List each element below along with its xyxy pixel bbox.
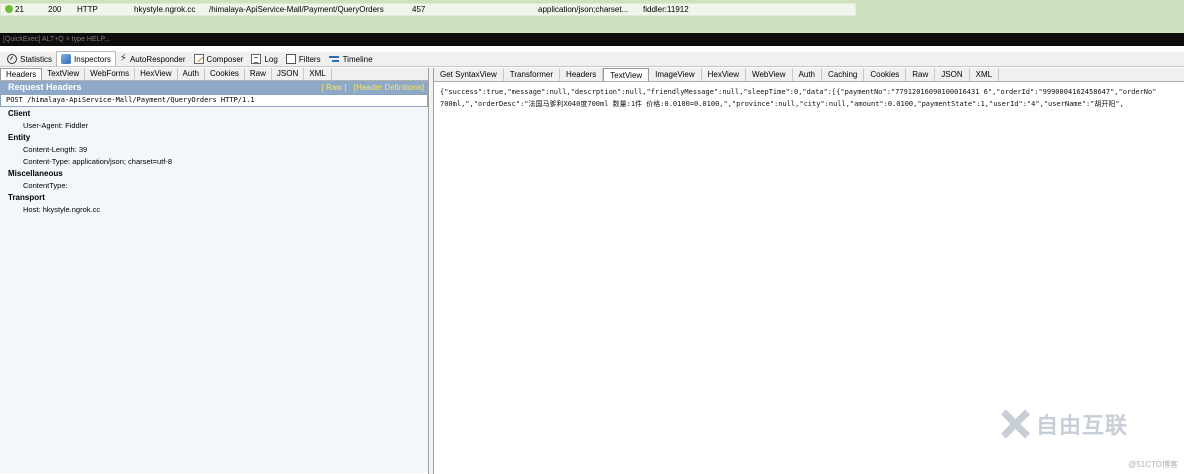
stats-icon (7, 54, 17, 64)
request-tab-headers[interactable]: Headers (0, 68, 43, 80)
log-icon (251, 54, 262, 64)
header-item[interactable]: Host: hkystyle.ngrok.cc (0, 204, 428, 216)
quickexec-input[interactable]: [QuickExec] ALT+Q > type HELP... (0, 33, 1184, 46)
response-tab-caching[interactable]: Caching (822, 68, 865, 81)
tab-log-label: Log (264, 54, 278, 64)
group-miscellaneous[interactable]: Miscellaneous (0, 168, 428, 180)
tab-filters-label: Filters (298, 54, 321, 64)
header-item[interactable]: User-Agent: Fiddler (0, 120, 428, 132)
session-content-type: application/json;charset... (538, 5, 629, 14)
request-line: POST /himalaya-ApiService-Mall/Payment/Q… (0, 94, 428, 107)
session-body-size: 457 (412, 5, 426, 14)
tab-inspectors-label: Inspectors (74, 54, 111, 64)
response-tab-get-syntaxview[interactable]: Get SyntaxView (434, 68, 504, 81)
response-subtabs: Get SyntaxView Transformer Headers TextV… (434, 68, 1184, 82)
response-inspector: Get SyntaxView Transformer Headers TextV… (434, 68, 1184, 474)
header-item[interactable]: Content-Length: 39 (0, 144, 428, 156)
session-protocol: HTTP (77, 5, 98, 14)
request-tab-cookies[interactable]: Cookies (204, 68, 245, 80)
tab-inspectors[interactable]: Inspectors (56, 51, 116, 66)
request-tab-hexview[interactable]: HexView (135, 68, 178, 80)
compose-icon (193, 54, 204, 64)
tab-autoresponder-label: AutoResponder (129, 54, 186, 64)
response-tab-json[interactable]: JSON (935, 68, 970, 81)
request-headers-title-bar: Request Headers [ Raw ] [Header Definiti… (0, 81, 428, 94)
response-tab-auth[interactable]: Auth (792, 68, 822, 81)
session-url: /himalaya-ApiService-Mall/Payment/QueryO… (209, 5, 384, 14)
session-list: 21 200 HTTP hkystyle.ngrok.cc /himalaya-… (0, 0, 1184, 33)
session-result: 200 (48, 5, 62, 14)
group-client[interactable]: Client (0, 108, 428, 120)
session-process: fiddler:11912 (643, 5, 689, 14)
tab-autoresponder[interactable]: ⚡ AutoResponder (116, 52, 190, 66)
header-definitions-link[interactable]: [Header Definitions] (354, 83, 424, 92)
tab-timeline-label: Timeline (342, 54, 373, 64)
response-body-line: {"success":true,"message":null,"descrpti… (440, 88, 1157, 96)
inspectors-icon (61, 54, 72, 64)
response-body-textview[interactable]: {"success":true,"message":null,"descrpti… (434, 82, 1184, 110)
request-tab-auth[interactable]: Auth (177, 68, 205, 80)
lightning-icon: ⚡ (119, 53, 127, 64)
tab-composer[interactable]: Composer (190, 52, 248, 66)
response-tab-imageview[interactable]: ImageView (649, 68, 702, 81)
main-tab-strip: Statistics Inspectors ⚡ AutoResponder Co… (0, 51, 1184, 67)
response-tab-xml[interactable]: XML (969, 68, 1000, 81)
raw-link[interactable]: [ Raw ] (322, 83, 347, 92)
header-item[interactable]: ContentType: (0, 180, 428, 192)
request-headers-title: Request Headers (8, 82, 82, 92)
response-tab-cookies[interactable]: Cookies (864, 68, 907, 81)
group-transport[interactable]: Transport (0, 192, 428, 204)
tab-statistics-label: Statistics (20, 54, 53, 64)
request-tab-webforms[interactable]: WebForms (85, 68, 136, 80)
tab-log[interactable]: Log (247, 52, 281, 66)
session-host: hkystyle.ngrok.cc (134, 5, 196, 14)
request-tab-json[interactable]: JSON (271, 68, 305, 80)
response-tab-headers[interactable]: Headers (560, 68, 604, 81)
request-tab-xml[interactable]: XML (304, 68, 332, 80)
tab-filters[interactable]: Filters (282, 52, 325, 66)
header-item[interactable]: Content-Type: application/json; charset=… (0, 156, 428, 168)
headers-tree: Client User-Agent: Fiddler Entity Conten… (0, 107, 428, 473)
request-tab-raw[interactable]: Raw (244, 68, 272, 80)
checkbox-icon (285, 54, 296, 64)
timeline-icon (328, 54, 340, 64)
session-number: 21 (15, 5, 24, 14)
tab-timeline[interactable]: Timeline (325, 52, 377, 66)
tab-composer-label: Composer (206, 54, 244, 64)
request-subtabs: Headers TextView WebForms HexView Auth C… (0, 68, 428, 81)
site-watermark: @51CTO博客 (1128, 460, 1178, 469)
request-inspector: Headers TextView WebForms HexView Auth C… (0, 68, 429, 474)
session-row[interactable]: 21 200 HTTP hkystyle.ngrok.cc /himalaya-… (0, 3, 856, 16)
response-tab-webview[interactable]: WebView (746, 68, 793, 81)
tab-statistics[interactable]: Statistics (3, 52, 56, 66)
response-body-line: 700ml,","orderDesc":"法国马爹利X040度700ml 数量:… (440, 100, 1124, 108)
response-tab-raw[interactable]: Raw (906, 68, 936, 81)
response-tab-hexview[interactable]: HexView (701, 68, 747, 81)
session-status-icon (5, 5, 13, 13)
request-tab-textview[interactable]: TextView (42, 68, 86, 80)
response-tab-textview[interactable]: TextView (603, 68, 650, 81)
group-entity[interactable]: Entity (0, 132, 428, 144)
response-tab-transformer[interactable]: Transformer (503, 68, 561, 81)
